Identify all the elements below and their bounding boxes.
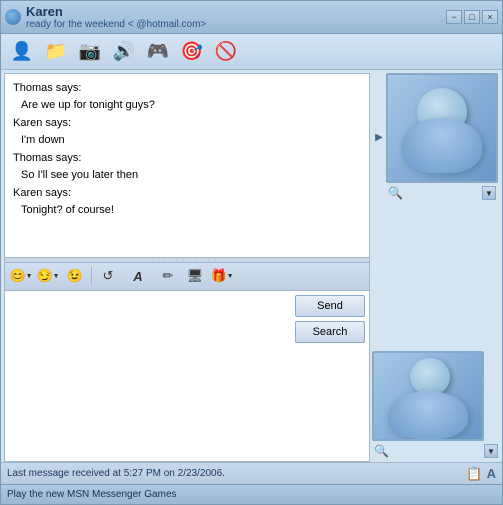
sender-karen-1: Karen says: (13, 115, 361, 132)
sender-karen-2: Karen says: (13, 185, 361, 202)
contact-name: Karen (26, 4, 206, 19)
message-text-1: Are we up for tonight guys? (13, 97, 361, 114)
send-file-icon[interactable]: 📁 (41, 38, 71, 66)
bottom-bar: Play the new MSN Messenger Games (1, 484, 502, 504)
app-icon (5, 9, 21, 25)
message-text-4: Tonight? of course! (13, 202, 361, 219)
emoji-dropdown[interactable]: 😊▼ (9, 265, 33, 287)
gift-dropdown[interactable]: 🎁▼ (210, 265, 234, 287)
title-bar-left: Karen ready for the weekend < @hotmail.c… (5, 4, 206, 30)
self-avatar-dropdown-btn[interactable]: ▼ (484, 444, 498, 458)
message-2: Karen says: I'm down (13, 115, 361, 148)
block-icon[interactable]: 🚫 (211, 38, 241, 66)
status-message: Last message received at 5:27 PM on 2/23… (7, 468, 225, 479)
emoticon-dropdown[interactable]: 😏▼ (36, 265, 60, 287)
contact-avatar (386, 73, 498, 183)
right-arrow-icon[interactable]: ▶ (372, 73, 386, 201)
webcam-icon[interactable]: 📷 (75, 38, 105, 66)
pen-icon[interactable]: ✏ (156, 265, 180, 287)
message-text-3: So I'll see you later then (13, 167, 361, 184)
chat-messages: Thomas says: Are we up for tonight guys?… (5, 74, 369, 257)
input-section: Send Search (5, 291, 369, 462)
add-contact-icon[interactable]: 👤 (7, 38, 37, 66)
action-buttons: Send Search (291, 291, 369, 462)
contact-status: ready for the weekend < @hotmail.com> (26, 19, 206, 30)
top-avatar-row: ▶ 🔍 ▼ (372, 73, 500, 201)
self-avatar (372, 351, 484, 441)
message-4: Karen says: Tonight? of course! (13, 185, 361, 218)
main-toolbar: 👤 📁 📷 🔊 🎮 🎯 🚫 (1, 34, 502, 70)
status-icons: 📋 A (466, 466, 496, 482)
top-avatar-container: 🔍 ▼ (386, 73, 498, 201)
clipboard-icon[interactable]: 📋 (466, 466, 482, 482)
avatar-dropdown-btn[interactable]: ▼ (482, 186, 496, 200)
send-button[interactable]: Send (295, 295, 365, 317)
self-avatar-container: 🔍 ▼ (372, 351, 500, 459)
self-avatar-search-icon[interactable]: 🔍 (374, 444, 389, 458)
avatar-search-icon[interactable]: 🔍 (388, 186, 403, 200)
maximize-button[interactable]: □ (464, 10, 480, 24)
main-content: Thomas says: Are we up for tonight guys?… (1, 70, 502, 462)
message-1: Thomas says: Are we up for tonight guys? (13, 80, 361, 113)
minimize-button[interactable]: − (446, 10, 462, 24)
nudge-icon[interactable]: 🖥 (183, 265, 207, 287)
format-sep-1 (91, 267, 92, 285)
window-controls: − □ × (446, 10, 498, 24)
right-spacer (372, 201, 500, 351)
message-text-2: I'm down (13, 132, 361, 149)
close-button[interactable]: × (482, 10, 498, 24)
self-avatar-controls: 🔍 ▼ (372, 443, 500, 459)
undo-icon[interactable]: ↺ (96, 265, 120, 287)
title-bar: Karen ready for the weekend < @hotmail.c… (1, 1, 502, 34)
main-window: Karen ready for the weekend < @hotmail.c… (0, 0, 503, 505)
search-button[interactable]: Search (295, 321, 365, 343)
sender-thomas-2: Thomas says: (13, 150, 361, 167)
avatar-controls: 🔍 ▼ (386, 185, 498, 201)
font-size-icon[interactable]: A (487, 466, 496, 481)
format-toolbar: 😊▼ 😏▼ 😉 ↺ A ✏ 🖥 🎁▼ (5, 263, 369, 291)
activities-icon[interactable]: 🎯 (177, 38, 207, 66)
status-bar: Last message received at 5:27 PM on 2/23… (1, 462, 502, 484)
right-panel: ▶ 🔍 ▼ (372, 70, 502, 462)
font-icon[interactable]: A (123, 265, 153, 287)
message-3: Thomas says: So I'll see you later then (13, 150, 361, 183)
self-avatar-body (388, 391, 468, 439)
avatar-figure (402, 83, 482, 173)
avatar-body (402, 118, 482, 173)
games-icon[interactable]: 🎮 (143, 38, 173, 66)
sender-thomas-1: Thomas says: (13, 80, 361, 97)
wink-dropdown[interactable]: 😉 (63, 265, 87, 287)
title-text: Karen ready for the weekend < @hotmail.c… (26, 4, 206, 30)
bottom-bar-text: Play the new MSN Messenger Games (7, 489, 177, 500)
message-input[interactable] (5, 291, 291, 462)
voice-chat-icon[interactable]: 🔊 (109, 38, 139, 66)
